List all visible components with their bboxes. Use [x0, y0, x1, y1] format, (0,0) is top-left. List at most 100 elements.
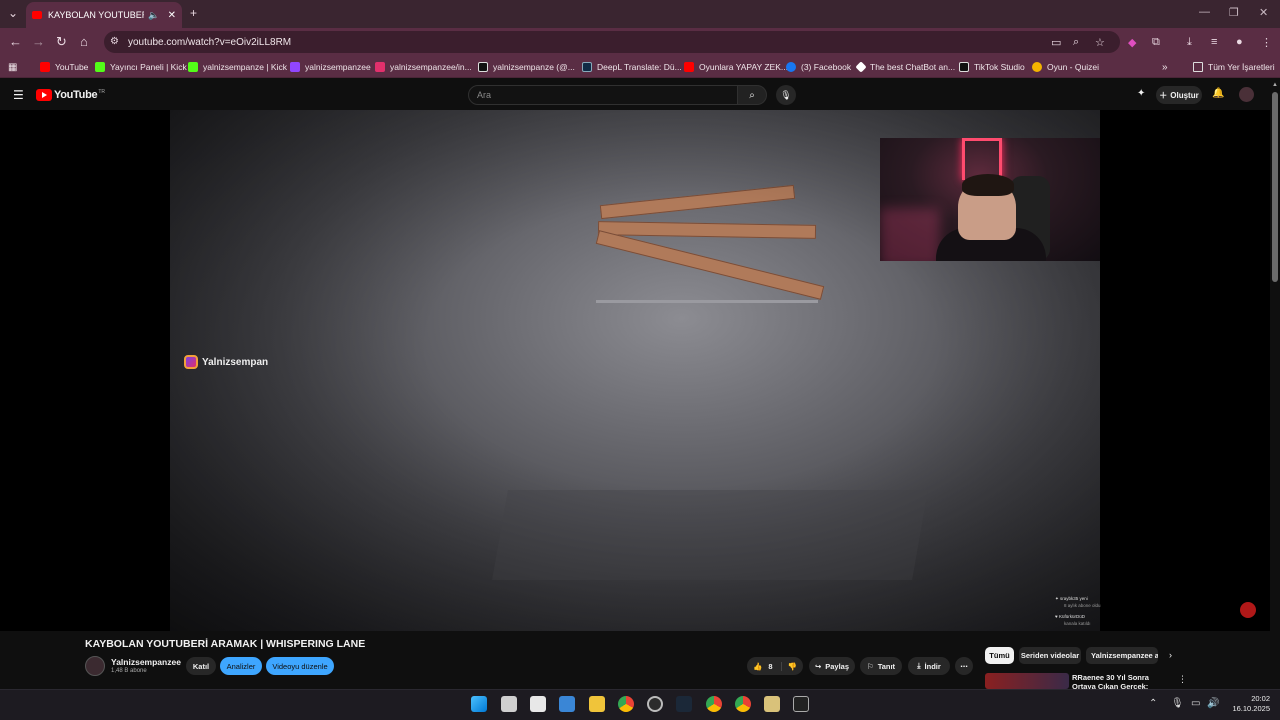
- scroll-up-icon[interactable]: ▲: [1272, 82, 1278, 88]
- more-actions-button[interactable]: ⋯: [955, 657, 973, 675]
- microphone-icon: 🎙: [780, 89, 792, 100]
- bookmark-kick-panel[interactable]: Yayıncı Paneli | Kick: [95, 60, 187, 74]
- deepl-icon: [582, 62, 592, 72]
- epic-games-icon[interactable]: [793, 696, 809, 712]
- task-view-icon[interactable]: [501, 696, 517, 712]
- obs-icon[interactable]: [647, 696, 663, 712]
- file-explorer-icon[interactable]: [589, 696, 605, 712]
- create-button[interactable]: ＋ Oluştur: [1156, 86, 1202, 104]
- system-clock[interactable]: 20:02 16.10.2025: [1228, 694, 1270, 714]
- more-bookmarks-icon[interactable]: »: [1162, 60, 1168, 74]
- start-windows-icon[interactable]: [471, 696, 487, 712]
- download-button[interactable]: ⤓ İndir: [908, 657, 950, 675]
- speaker-icon[interactable]: 🔈: [148, 10, 159, 21]
- bookmark-facebook[interactable]: (3) Facebook: [786, 60, 851, 74]
- recommended-more-icon[interactable]: ⋮: [1178, 674, 1187, 685]
- notifications-bell-icon[interactable]: 🔔: [1212, 88, 1224, 99]
- bookmark-tiktok-studio[interactable]: TikTok Studio: [959, 60, 1025, 74]
- steam-icon[interactable]: [676, 696, 692, 712]
- zoom-icon[interactable]: ⌕: [1073, 36, 1079, 49]
- edit-video-button[interactable]: Videoyu düzenle: [266, 657, 334, 675]
- channel-name[interactable]: Yalnizsempanzee: [111, 657, 181, 667]
- bookmark-chatbot[interactable]: The best ChatBot an...: [855, 60, 955, 74]
- chrome-profile-2-icon[interactable]: [735, 696, 751, 712]
- analytics-button[interactable]: Analizler: [220, 657, 262, 675]
- extension-app-icon[interactable]: ◆: [1128, 36, 1136, 49]
- extensions-puzzle-icon[interactable]: ⧉: [1152, 36, 1160, 49]
- bookmark-kick-channel[interactable]: yalnizsempanze | Kick: [188, 60, 287, 74]
- windows-taskbar: [0, 689, 1280, 720]
- search-input[interactable]: Ara: [468, 85, 738, 105]
- browser-tab-active[interactable]: KAYBOLAN YOUTUBERİ AR 🔈 ✕: [26, 2, 182, 28]
- video-title: KAYBOLAN YOUTUBERİ ARAMAK | WHISPERING L…: [85, 638, 366, 650]
- microphone-tray-icon[interactable]: 🎙: [1171, 698, 1184, 709]
- plus-icon: ＋: [1159, 90, 1168, 100]
- account-avatar[interactable]: [1239, 87, 1254, 102]
- cast-icon[interactable]: ▭: [1051, 36, 1061, 49]
- share-button[interactable]: ↪ Paylaş: [809, 657, 855, 675]
- facebook-icon: [786, 62, 796, 72]
- stream-alert-1: ✦ sraybk35 yeni: [1055, 596, 1088, 601]
- close-tab-icon[interactable]: ✕: [168, 10, 176, 21]
- search-button[interactable]: ⌕: [737, 85, 767, 105]
- tray-overflow-icon[interactable]: ⌃: [1149, 698, 1157, 709]
- kick-icon: [188, 62, 198, 72]
- apps-grid-icon[interactable]: ▦: [8, 60, 17, 74]
- like-button[interactable]: 👍 8: [753, 661, 782, 671]
- forward-arrow-icon[interactable]: →: [32, 34, 45, 49]
- chip-channel-videos[interactable]: Yalnizsempanzee adlı: [1086, 647, 1158, 664]
- tab-list-icon[interactable]: ⌄: [8, 6, 18, 20]
- restore-icon[interactable]: ❐: [1229, 6, 1239, 19]
- reload-icon[interactable]: ↻: [56, 34, 67, 50]
- chip-all[interactable]: Tümü: [985, 647, 1014, 664]
- voice-search-button[interactable]: 🎙: [776, 85, 796, 105]
- menu-kebab-icon[interactable]: ⋮: [1261, 36, 1272, 49]
- recommended-video-thumbnail[interactable]: [985, 673, 1069, 689]
- bookmark-quizei[interactable]: Oyun - Quizei: [1032, 60, 1099, 74]
- channel-corner-logo: [1240, 602, 1256, 618]
- volume-icon[interactable]: 🔊: [1207, 698, 1219, 709]
- window-close-icon[interactable]: ✕: [1259, 6, 1268, 19]
- downloads-icon[interactable]: ⤓: [1187, 36, 1192, 49]
- new-tab-icon[interactable]: +: [190, 6, 197, 20]
- bookmark-youtube-ai[interactable]: Oyunlara YAPAY ZEK...: [684, 60, 788, 74]
- home-icon[interactable]: ⌂: [80, 34, 88, 49]
- back-arrow-icon[interactable]: ←: [9, 34, 22, 49]
- dislike-button[interactable]: 👎: [782, 662, 797, 671]
- bookmark-deepl[interactable]: DeepL Translate: Dü...: [582, 60, 682, 74]
- recommended-video-title[interactable]: RRaenee 30 Yıl Sonra Ortaya Çıkan Gerçek…: [1072, 673, 1172, 689]
- reading-list-icon[interactable]: ≡: [1211, 36, 1217, 48]
- chrome-profile-icon[interactable]: [706, 696, 722, 712]
- minimize-icon[interactable]: —: [1199, 6, 1210, 18]
- more-horizontal-icon: ⋯: [960, 661, 968, 671]
- youtube-play-logo-icon: [36, 89, 52, 101]
- scrollbar-thumb[interactable]: [1272, 92, 1278, 282]
- network-icon[interactable]: ▭: [1191, 698, 1200, 709]
- stream-alert-2-title: KüfürkürDüD: [1058, 614, 1085, 619]
- search-icon: ⌕: [749, 89, 755, 101]
- instagram-icon: [375, 62, 385, 72]
- photos-icon[interactable]: [559, 696, 575, 712]
- chips-next-icon[interactable]: ›: [1169, 650, 1172, 660]
- site-info-icon[interactable]: ⚙: [110, 36, 119, 47]
- chip-series-videos[interactable]: Seriden videolar: [1019, 647, 1081, 664]
- bookmark-twitch[interactable]: yalnizsempanzee: [290, 60, 371, 74]
- stream-alert-2-sub: kanala katıldı: [1064, 621, 1091, 626]
- hamburger-menu-icon[interactable]: ☰: [13, 88, 24, 102]
- kick-icon: [95, 62, 105, 72]
- bookmark-youtube[interactable]: YouTube: [40, 60, 88, 74]
- ai-sparkle-icon[interactable]: ✦: [1137, 88, 1145, 99]
- profile-avatar-icon[interactable]: ●: [1236, 36, 1243, 48]
- chrome-icon[interactable]: [618, 696, 634, 712]
- bookmark-star-icon[interactable]: ☆: [1095, 36, 1105, 49]
- channel-avatar[interactable]: [85, 656, 105, 676]
- media-player-icon[interactable]: [764, 696, 780, 712]
- all-bookmarks-folder[interactable]: Tüm Yer İşaretleri: [1193, 60, 1275, 74]
- bookmark-instagram[interactable]: yalnizsempanzee/in...: [375, 60, 472, 74]
- address-bar[interactable]: youtube.com/watch?v=eOiv2iLL8RM: [104, 31, 1120, 53]
- notepad-icon[interactable]: [530, 696, 546, 712]
- join-button[interactable]: Katıl: [186, 657, 216, 675]
- bookmark-tiktok[interactable]: yalnizsempanze (@...: [478, 60, 575, 74]
- promote-button[interactable]: ⚐ Tanıt: [860, 657, 902, 675]
- youtube-logo[interactable]: YouTube TR: [36, 89, 105, 101]
